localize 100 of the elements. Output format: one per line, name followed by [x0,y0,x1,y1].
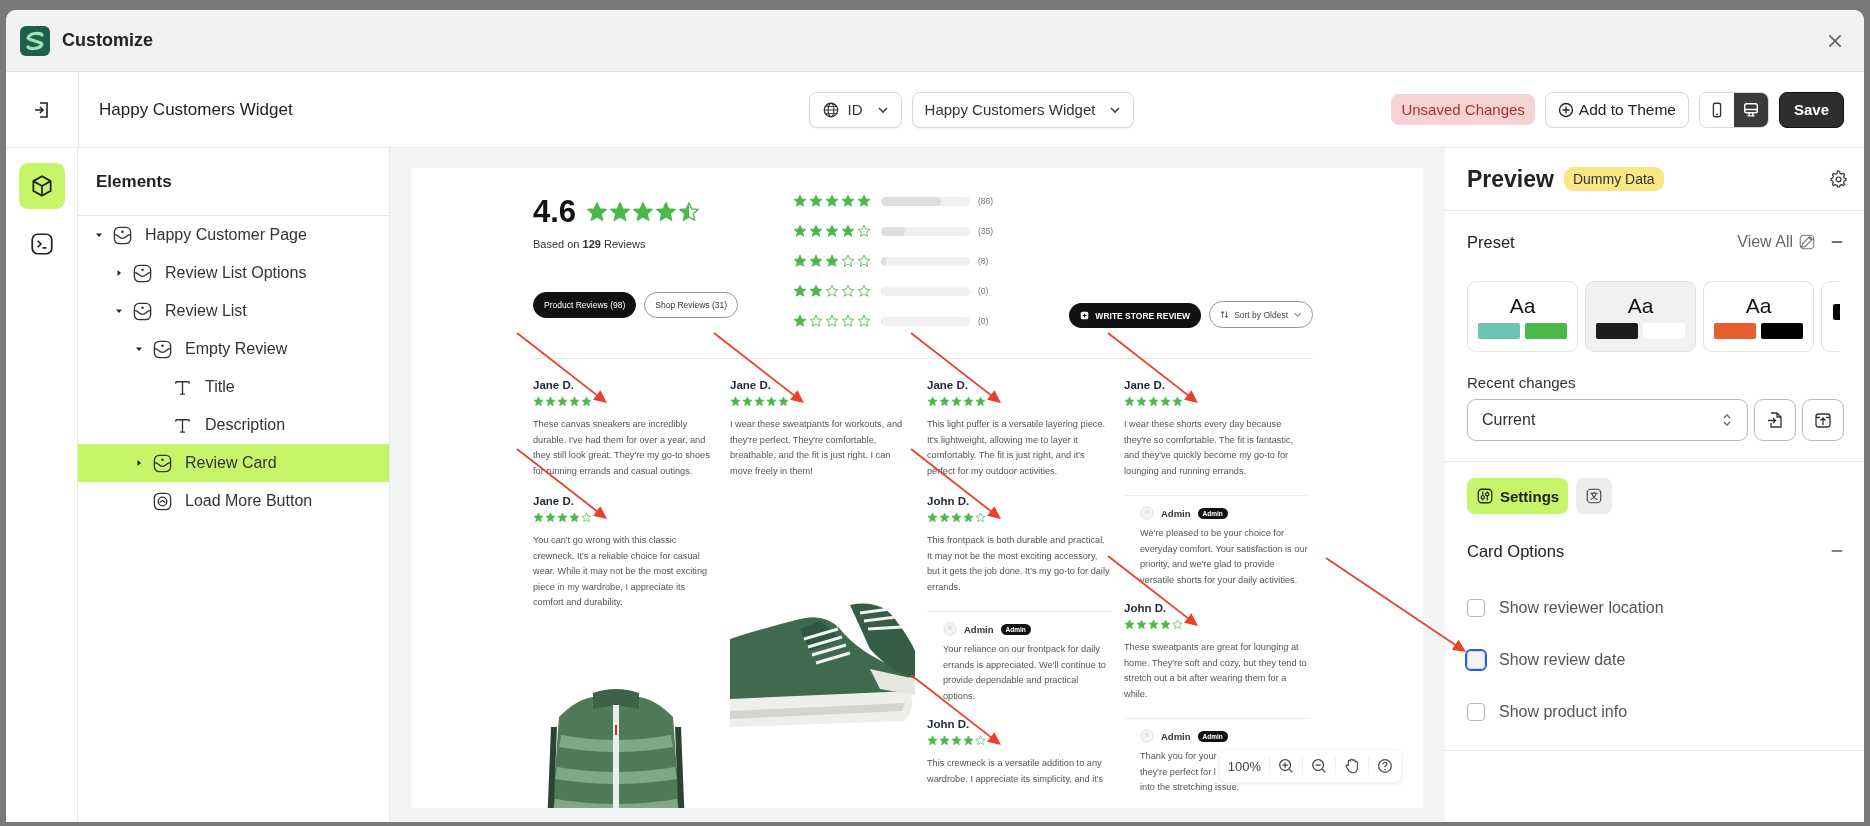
review-text: I wear these shorts every day because they're so comfortable. The fit is fantastic, and they've quickly become my go-to for lounging and running errands. [1124,418,1295,478]
star-icon [951,512,962,523]
star-icon [766,396,777,407]
view-all-link[interactable]: View All [1737,233,1816,251]
settings-icon[interactable] [1828,169,1848,189]
export-icon[interactable] [1802,399,1844,441]
star-icon [754,396,765,407]
star-icon [1148,619,1159,630]
reply-text-line: they're perfect for l [1140,765,1216,779]
app-logo [20,25,50,56]
sort-dropdown[interactable]: Sort by Oldest [1209,301,1313,328]
checkbox-label: Show reviewer location [1499,599,1664,617]
star-icon [533,396,544,407]
checkbox-label: Show product info [1499,703,1628,721]
preset-card[interactable]: Aa [1703,281,1814,352]
tree-item[interactable]: Review List Options [78,254,389,292]
star-icon [975,735,986,746]
reviewer-name: Jane D. [1124,379,1166,391]
review-tab[interactable]: Shop Reviews (31) [644,292,739,318]
globe-icon [821,100,840,119]
reviewer-name: Jane D. [533,379,575,391]
smile-box-icon [132,262,153,284]
star-icon [841,194,855,208]
review-text: You can't go wrong with this classic crewneck. It's a reliable choice for casual wear. While it may not be the most exciting piece in my wardrobe, I appreciate its comfort and durability. [533,534,709,609]
cube-icon[interactable] [18,163,65,209]
field-label: Recent changes [1467,374,1577,391]
tree-item[interactable]: Load More Button [78,482,389,520]
sort-icon [1220,310,1230,319]
dummy-data-badge: Dummy Data [1563,167,1664,191]
save-button[interactable]: Save [1778,91,1844,128]
review-text: I wear these sweatpants for workouts, and they're perfect. They're comfortable, breathable, and the fit is just right. I can move freely in them! [730,418,904,478]
reviewer-name: Jane D. [533,495,575,507]
monitor-icon[interactable] [1733,92,1768,127]
star-icon [809,284,823,298]
star-icon [1136,619,1147,630]
recent-changes-select[interactable]: Current [1467,399,1748,441]
review-count-text: Based on 129 Reviews [533,238,647,250]
star-icon [825,224,839,238]
plus-circle-icon [1557,101,1574,118]
review-tab[interactable]: Product Reviews (98) [533,292,637,318]
import-icon[interactable] [1754,399,1796,441]
avatar-icon [943,622,957,636]
star-icon [825,254,839,268]
rating-count: (8) [978,256,989,266]
tree-item[interactable]: Description [78,406,389,444]
star-icon [963,735,974,746]
checkbox[interactable] [1467,703,1485,721]
reply-text: We're pleased to be your choice for everyday comfort. Your satisfaction is our priority, and we're glad to provide versatile shorts for your daily activities. [1140,527,1309,587]
star-icon [609,201,632,223]
star-icon [841,314,855,328]
reviewer-name: John D. [927,718,971,730]
window-title: Customize [62,30,154,51]
rating-count: (86) [978,196,994,206]
smile-box-icon [112,224,133,246]
reply-text-line: into the stretching issue. [1140,781,1240,794]
reviewer-name: Jane D. [927,379,969,391]
preset-card[interactable]: Aa [1467,281,1578,352]
smile-box-icon [152,338,173,360]
checkbox[interactable] [1467,599,1485,617]
tree-item[interactable]: Title [78,368,389,406]
star-icon [557,512,568,523]
add-to-theme-button[interactable]: Add to Theme [1544,91,1689,128]
tree-item[interactable]: Happy Customer Page [78,216,389,254]
tree-item[interactable]: Empty Review [78,330,389,368]
average-score: 4.6 [533,194,577,230]
zoom-level: 100% [1226,758,1262,774]
star-icon [533,512,544,523]
page-title: Happy Customers Widget [99,99,294,120]
reply-author: Admin [1161,730,1191,742]
preset-card[interactable]: Aa [1585,281,1696,352]
review-text: This crewneck is a versatile addition to any wardrobe. I appreciate its simplicity, and it's [927,757,1105,786]
settings-tab[interactable]: Settings [1467,478,1569,514]
star-icon [793,314,807,328]
star-icon [742,396,753,407]
star-icon [857,224,871,238]
star-icon [793,194,807,208]
star-icon [825,194,839,208]
star-icon [809,314,823,328]
star-icon [581,396,592,407]
language-dropdown[interactable]: ID [808,91,902,128]
star-icon [975,512,986,523]
plus-square-icon [1080,311,1090,320]
star-icon [1124,619,1135,630]
star-icon [963,396,974,407]
widget-dropdown[interactable]: Happy Customers Widget [911,91,1135,128]
avatar-icon [1140,729,1154,743]
star-icon [569,512,580,523]
tree-item[interactable]: Review List [78,292,389,330]
star-icon [857,254,871,268]
star-icon [545,512,556,523]
translate-icon[interactable] [1576,478,1613,514]
review-text: These sweatpants are great for lounging at home. They're soft and cozy, but they tend to stretch out a bit after wearing them for a while. [1124,641,1308,701]
star-icon [825,314,839,328]
tree-item[interactable]: Review Card [78,444,389,482]
panel-title: Elements [96,171,172,192]
write-review-button[interactable]: WRITE STORE REVIEW [1069,303,1202,328]
reply-author: Admin [1161,507,1191,519]
checkbox[interactable] [1467,651,1485,669]
reviewer-name: John D. [927,495,971,507]
reply-text: Your reliance on our frontpack for daily errands is appreciated. We'll continue to provide dependable and practical options. [943,643,1107,703]
